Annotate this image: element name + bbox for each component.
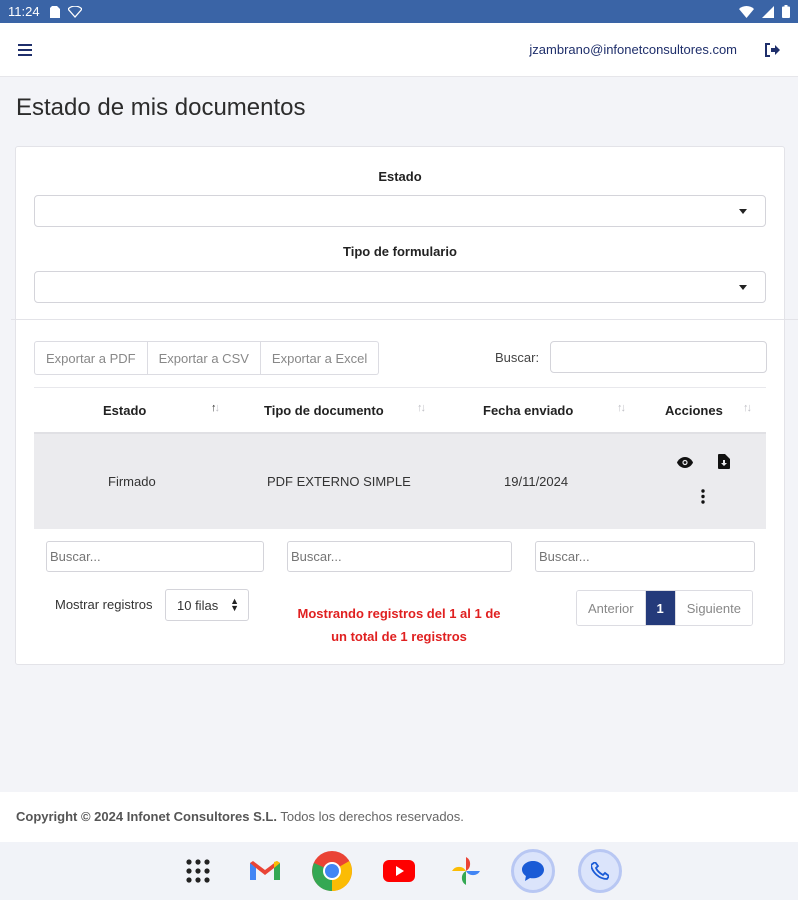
wifi-off-icon — [67, 5, 82, 18]
photos-icon[interactable] — [444, 849, 488, 893]
records-info: Mostrando registros del 1 al 1 de un tot… — [297, 606, 501, 644]
sort-icon[interactable]: ↑↓ — [417, 402, 426, 414]
rights-text: Todos los derechos reservados. — [280, 809, 464, 824]
phone-icon[interactable] — [578, 849, 622, 893]
next-page-button[interactable]: Siguiente — [674, 591, 752, 625]
cell-tipo: PDF EXTERNO SIMPLE — [267, 474, 411, 489]
table-header: Estado ↑↓ Tipo de documento ↑↓ Fecha env… — [34, 387, 766, 434]
download-file-icon[interactable] — [718, 454, 730, 469]
sort-icon[interactable]: ↑↓ — [743, 402, 752, 414]
section-divider — [11, 319, 798, 320]
column-header-acciones: Acciones — [665, 403, 723, 418]
sim-card-icon — [49, 5, 60, 18]
page-title: Estado de mis documentos — [16, 94, 306, 121]
app-drawer-icon[interactable] — [176, 849, 220, 893]
page-footer: Copyright © 2024 Infonet Consultores S.L… — [0, 792, 798, 842]
sort-updown-icon: ▲ ▼ — [230, 596, 239, 613]
estado-select[interactable] — [34, 195, 766, 227]
table-row: Firmado PDF EXTERNO SIMPLE 19/11/2024 — [34, 434, 766, 529]
column-header-fecha[interactable]: Fecha enviado — [483, 403, 573, 418]
export-button-group: Exportar a PDF Exportar a CSV Exportar a… — [34, 341, 380, 375]
page-1-button[interactable]: 1 — [644, 591, 675, 625]
more-options-icon[interactable] — [701, 489, 705, 504]
export-excel-button[interactable]: Exportar a Excel — [260, 341, 380, 375]
export-csv-button[interactable]: Exportar a CSV — [147, 341, 261, 375]
caret-down-icon — [739, 285, 747, 290]
column-search-tipo[interactable] — [287, 541, 512, 572]
wifi-icon — [739, 5, 754, 18]
top-navbar: jzambrano@infonetconsultores.com — [0, 23, 798, 77]
user-email: jzambrano@infonetconsultores.com — [529, 42, 737, 57]
status-time: 11:24 — [8, 4, 40, 19]
documents-card: Estado Tipo de formulario Exportar a PDF… — [11, 146, 798, 665]
status-bar: 11:24 — [0, 0, 798, 23]
column-header-estado[interactable]: Estado — [103, 403, 146, 418]
battery-icon — [782, 5, 790, 18]
signal-icon — [762, 5, 774, 18]
gmail-icon[interactable] — [243, 849, 287, 893]
sort-icon[interactable]: ↑↓ — [617, 402, 626, 414]
chrome-icon[interactable] — [310, 849, 354, 893]
search-label: Buscar: — [495, 350, 540, 365]
show-records-label: Mostrar registros — [55, 597, 153, 612]
previous-page-button[interactable]: Anterior — [577, 591, 645, 625]
caret-down-icon — [739, 209, 747, 214]
cell-estado: Firmado — [108, 474, 156, 489]
app-dock — [0, 842, 798, 900]
view-eye-icon[interactable] — [677, 457, 693, 468]
estado-filter-label: Estado — [378, 169, 422, 184]
rows-per-page-select[interactable]: 10 filas ▲ ▼ — [165, 589, 249, 621]
logout-icon[interactable] — [765, 42, 780, 57]
column-header-tipo[interactable]: Tipo de documento — [264, 403, 384, 418]
tipo-formulario-select[interactable] — [34, 271, 766, 303]
export-pdf-button[interactable]: Exportar a PDF — [34, 341, 148, 375]
sort-icon[interactable]: ↑↓ — [211, 402, 220, 414]
table-search-input[interactable] — [550, 341, 767, 373]
column-search-estado[interactable] — [46, 541, 264, 572]
youtube-icon[interactable] — [377, 849, 421, 893]
cell-fecha: 19/11/2024 — [504, 474, 569, 489]
pagination: Anterior 1 Siguiente — [576, 590, 753, 626]
menu-icon[interactable] — [18, 43, 32, 56]
column-search-fecha[interactable] — [535, 541, 755, 572]
messages-icon[interactable] — [511, 849, 555, 893]
tipo-formulario-label: Tipo de formulario — [343, 244, 457, 259]
copyright-text: Copyright © 2024 Infonet Consultores S.L… — [16, 809, 277, 824]
